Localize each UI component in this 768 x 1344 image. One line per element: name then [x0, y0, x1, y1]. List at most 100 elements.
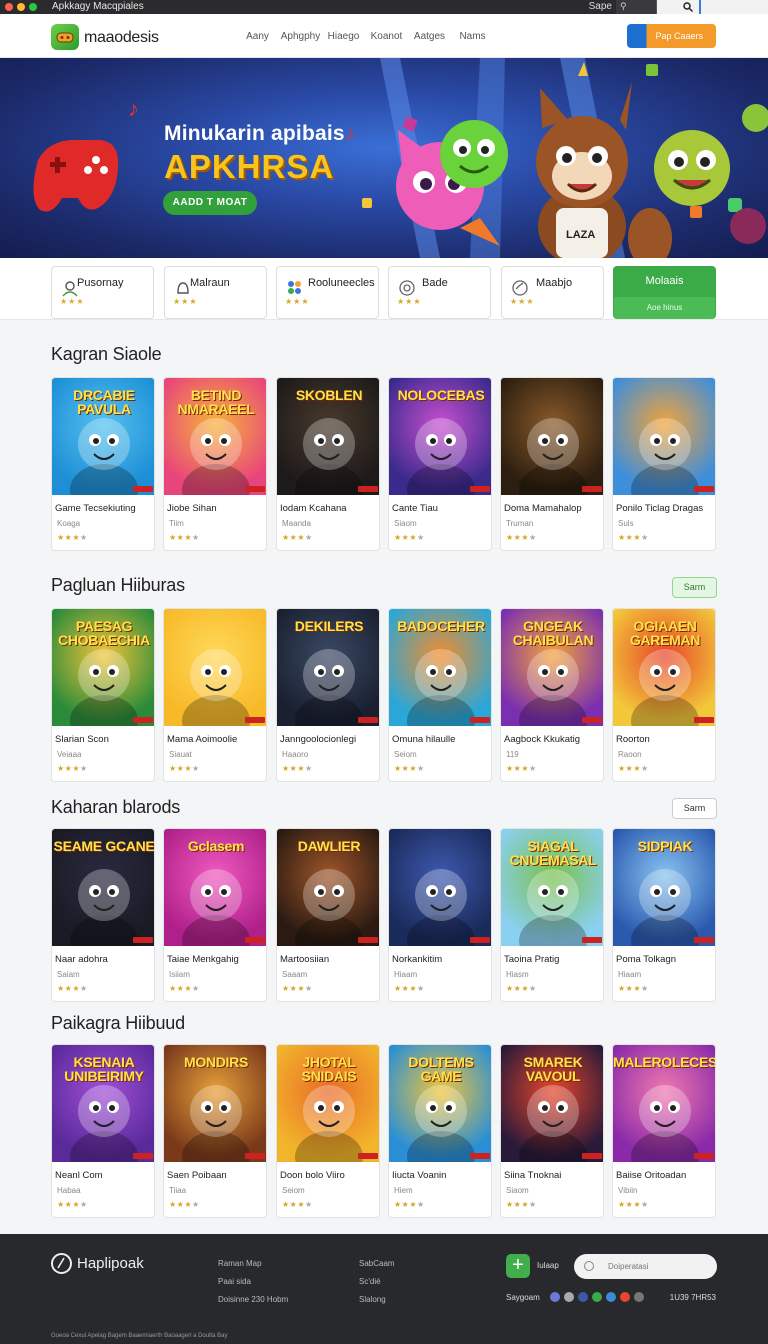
game-cover-art[interactable]: BADOCEHER — [389, 609, 491, 726]
category-tile[interactable]: Bade ★★★ — [388, 266, 491, 319]
newsletter-input[interactable]: Doiperatasi — [574, 1254, 717, 1279]
game-cover-art[interactable]: SKOBLEN — [277, 378, 379, 495]
footer-link[interactable]: SabCaam — [359, 1255, 395, 1273]
add-button-label: Iulaap — [537, 1261, 559, 1270]
titlebar-search-box[interactable] — [656, 0, 768, 14]
game-card[interactable]: Norkankitim Hiaam ★★★★ — [388, 828, 492, 1002]
cover-title: GNGEAK CHAIBULAN — [512, 618, 594, 648]
maximize-window-button[interactable] — [29, 3, 37, 11]
svg-text:LAZA: LAZA — [566, 229, 595, 241]
category-tile[interactable]: Pusornay ★★★ — [51, 266, 154, 319]
category-tile[interactable]: Malraun ★★★ — [164, 266, 267, 319]
brand-name[interactable]: maaodesis — [84, 29, 159, 47]
game-cover-art[interactable] — [164, 609, 266, 726]
social-icon[interactable] — [578, 1292, 588, 1302]
category-tile-active[interactable]: Molaais Aoe hinus — [613, 266, 716, 319]
game-card[interactable]: KSENAIA UNIBEIRIMY Neanl Com Habaa ★★★★ — [51, 1044, 155, 1218]
brand-logo[interactable] — [51, 24, 79, 50]
game-cover-art[interactable]: DOLTEMS GAME — [389, 1045, 491, 1162]
game-card[interactable]: JHOTAL SNIDAIS Doon bolo Viiro Seiom ★★★★ — [276, 1044, 380, 1218]
social-icon[interactable] — [564, 1292, 574, 1302]
game-card[interactable]: DEKILERS Janngoolocionlegi Haaoro ★★★★ — [276, 608, 380, 782]
nav-link[interactable]: Aany — [236, 31, 279, 42]
game-card[interactable]: SIDPIAK Poma Tolkagn Hiaam ★★★★ — [612, 828, 716, 1002]
game-cover-art[interactable] — [613, 378, 715, 495]
nav-link[interactable]: Aatges — [408, 31, 451, 42]
cta-button[interactable]: Pap Caaers — [627, 24, 716, 48]
game-cover-art[interactable]: PAESAG CHOBAECHIA — [52, 609, 154, 726]
game-card[interactable]: GNGEAK CHAIBULAN Aagbock Kkukatig 119 ★★★★ — [500, 608, 604, 782]
game-cover-art[interactable]: NOLOCEBAS — [389, 378, 491, 495]
nav-link[interactable]: Hiaego — [322, 31, 365, 42]
game-card[interactable]: PAESAG CHOBAECHIA Slarian Scon Veiaaa ★★★★ — [51, 608, 155, 782]
nav-link[interactable]: Aphgphy — [279, 31, 322, 42]
section-see-all-button[interactable]: Sarm — [672, 577, 717, 598]
game-cover-art[interactable]: SMAREK VAVOUL — [501, 1045, 603, 1162]
rating-stars: ★★★★ — [506, 533, 537, 542]
top-navbar: maaodesis Aany Aphgphy Hiaego Koanot Aat… — [0, 14, 768, 58]
game-card[interactable]: NOLOCEBAS Cante Tiau Siaom ★★★★ — [388, 377, 492, 551]
game-card[interactable]: Mama Aoimoolie Siauat ★★★★ — [163, 608, 267, 782]
footer-link[interactable]: Slalong — [359, 1291, 395, 1309]
star-empty: ★ — [529, 533, 537, 542]
titlebar-search-field[interactable]: ⚲ — [616, 0, 656, 14]
game-cover-art[interactable]: MONDIRS — [164, 1045, 266, 1162]
game-card[interactable]: Doma Mamahalop Truman ★★★★ — [500, 377, 604, 551]
game-title: Taoina Pratig — [504, 954, 560, 965]
rating-stars: ★★★★ — [282, 533, 313, 542]
game-card[interactable]: DAWLIER Martoosiian Saaam ★★★★ — [276, 828, 380, 1002]
game-cover-art[interactable]: KSENAIA UNIBEIRIMY — [52, 1045, 154, 1162]
game-card[interactable]: OGIAAEN GAREMAN Roorton Raoon ★★★★ — [612, 608, 716, 782]
footer-brand[interactable]: Haplipoak — [77, 1255, 144, 1272]
game-card[interactable]: SKOBLEN Iodam Kcahana Maanda ★★★★ — [276, 377, 380, 551]
footer-right-text: 1U39 7HR53 — [669, 1293, 716, 1302]
footer-link[interactable]: Sc'dié — [359, 1273, 395, 1291]
section-see-all-button[interactable]: Sarm — [672, 798, 717, 819]
game-card[interactable]: MONDIRS Saen Poibaan Tiiaa ★★★★ — [163, 1044, 267, 1218]
game-card[interactable]: DOLTEMS GAME Iiucta Voanin Hiem ★★★★ — [388, 1044, 492, 1218]
social-icon[interactable] — [634, 1292, 644, 1302]
social-icon[interactable] — [550, 1292, 560, 1302]
nav-link[interactable]: Nams — [451, 31, 494, 42]
hero-add-button[interactable]: AADD T MOAT — [163, 191, 257, 215]
game-cover-art[interactable]: OGIAAEN GAREMAN — [613, 609, 715, 726]
cover-title: SMAREK VAVOUL — [523, 1054, 583, 1084]
titlebar-right-label: Sape — [588, 1, 612, 12]
game-cover-art[interactable]: DRCABIE PAVULA — [52, 378, 154, 495]
add-button[interactable]: + — [506, 1254, 530, 1278]
game-cover-art[interactable]: Gclasem — [164, 829, 266, 946]
game-cover-art[interactable] — [501, 378, 603, 495]
game-card[interactable]: BADOCEHER Omuna hilaulle Seiom ★★★★ — [388, 608, 492, 782]
game-cover-art[interactable]: DAWLIER — [277, 829, 379, 946]
game-card[interactable]: DRCABIE PAVULA Game Tecsekiuting Koaga ★★★★ — [51, 377, 155, 551]
game-cover-art[interactable]: SIAGAL CNUEMASAL — [501, 829, 603, 946]
game-card[interactable]: SMAREK VAVOUL Siina Tnoknai Siaom ★★★★ — [500, 1044, 604, 1218]
category-tile[interactable]: Maabjo ★★★ — [501, 266, 604, 319]
social-icon[interactable] — [620, 1292, 630, 1302]
game-subtitle: Haaoro — [282, 750, 309, 759]
cover-title: SEAME GCANE — [53, 838, 155, 854]
game-cover-art[interactable] — [389, 829, 491, 946]
game-card[interactable]: Ponilo Ticlag Dragas Suls ★★★★ — [612, 377, 716, 551]
game-cover-art[interactable]: DEKILERS — [277, 609, 379, 726]
minimize-window-button[interactable] — [17, 3, 25, 11]
game-cover-art[interactable]: SIDPIAK — [613, 829, 715, 946]
game-card[interactable]: BETIND NMARAEEL Jiobe Sihan Tiim ★★★★ — [163, 377, 267, 551]
game-card[interactable]: MALEROLECES Baiise Oritoadan Vibiin ★★★★ — [612, 1044, 716, 1218]
game-cover-art[interactable]: BETIND NMARAEEL — [164, 378, 266, 495]
footer-link[interactable]: Paai sida — [218, 1273, 288, 1291]
game-card[interactable]: SEAME GCANE Naar adohra Saiam ★★★★ — [51, 828, 155, 1002]
social-icon[interactable] — [592, 1292, 602, 1302]
game-cover-art[interactable]: SEAME GCANE — [52, 829, 155, 946]
category-tile[interactable]: Rooluneecles ★★★ — [276, 266, 379, 319]
nav-link[interactable]: Koanot — [365, 31, 408, 42]
footer-link[interactable]: Doisinne 230 Hobm — [218, 1291, 288, 1309]
game-cover-art[interactable]: MALEROLECES — [613, 1045, 715, 1162]
social-icon[interactable] — [606, 1292, 616, 1302]
footer-link[interactable]: Raman Map — [218, 1255, 288, 1273]
game-card[interactable]: SIAGAL CNUEMASAL Taoina Pratig Hiasm ★★★★ — [500, 828, 604, 1002]
game-card[interactable]: Gclasem Taiae Menkgahig Isiiam ★★★★ — [163, 828, 267, 1002]
game-cover-art[interactable]: JHOTAL SNIDAIS — [277, 1045, 379, 1162]
game-cover-art[interactable]: GNGEAK CHAIBULAN — [501, 609, 603, 726]
close-window-button[interactable] — [5, 3, 13, 11]
